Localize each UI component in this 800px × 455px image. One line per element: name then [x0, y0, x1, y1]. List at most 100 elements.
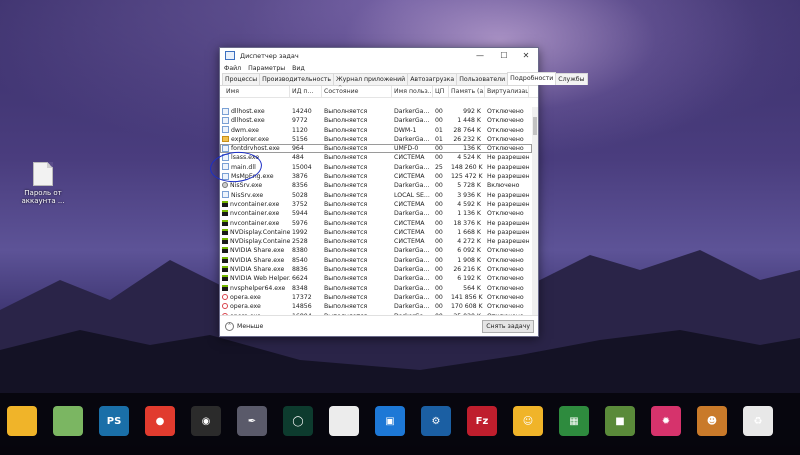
column-header-name[interactable]: Имя: [220, 86, 290, 97]
process-name: NVIDIA Web Helper....: [220, 274, 290, 283]
process-row[interactable]: opera.exe 17372 Выполняется DarkerGa... 00 14…: [220, 293, 532, 302]
tab-services[interactable]: Службы: [555, 73, 588, 85]
process-virtualization: Отключено: [487, 256, 524, 264]
tab-app-history[interactable]: Журнал приложений: [332, 73, 409, 85]
eye-flower-icon[interactable]: ✹: [651, 406, 681, 436]
process-memory: 564 K: [463, 284, 481, 292]
steam-icon[interactable]: ⚙: [421, 406, 451, 436]
process-cpu: 00: [435, 200, 443, 208]
process-virtualization: Отключено: [487, 145, 524, 153]
obs-icon[interactable]: ◉: [191, 406, 221, 436]
process-name-text: NVIDIA Share.exe: [230, 247, 285, 255]
process-state: Выполняется: [324, 247, 368, 255]
process-row[interactable]: lsass.exe 484 Выполняется СИСТЕМА 00 4 524 KН…: [220, 153, 532, 162]
process-row[interactable]: explorer.exe 5156 Выполняется DarkerGa... 01…: [220, 135, 532, 144]
process-virtualization: Отключено: [487, 108, 524, 115]
process-row[interactable]: NVDisplay.Container...1992 Выполняется СИС…: [220, 228, 532, 237]
tab-processes[interactable]: Процессы: [222, 73, 261, 85]
process-row[interactable]: NisSrv.exe 5028 Выполняется LOCAL SE... 00 3 …: [220, 191, 532, 200]
memory-chip-icon[interactable]: ▦: [559, 406, 589, 436]
tab-users[interactable]: Пользователи: [456, 73, 509, 85]
discord-icon[interactable]: ☺: [513, 406, 543, 436]
process-row[interactable]: dllhost.exe 9772 Выполняется DarkerGa... 00 1…: [220, 116, 532, 125]
process-opera-icon: [222, 293, 228, 300]
fewer-details-button[interactable]: ⌃ Меньше: [225, 321, 264, 331]
blank-file-icon[interactable]: [329, 406, 359, 436]
column-header-virtualization[interactable]: Виртуализация: [485, 86, 529, 97]
process-std-icon: [222, 191, 229, 199]
column-header-state[interactable]: Состояние: [322, 86, 392, 97]
vertical-scrollbar[interactable]: [532, 107, 538, 316]
process-pid: 17372: [292, 293, 312, 301]
menu-view[interactable]: Вид: [292, 65, 305, 72]
process-virtualization: Не разрешено: [487, 191, 529, 199]
maximize-button[interactable]: ☐: [492, 48, 516, 63]
photoshop-icon[interactable]: PS: [99, 406, 129, 436]
notepad-plus-icon[interactable]: [53, 406, 83, 436]
process-state: Выполняется: [324, 210, 368, 218]
minecraft-icon[interactable]: ■: [605, 406, 635, 436]
process-row[interactable]: NVIDIA Share.exe 8836 Выполняется DarkerGa.…: [220, 265, 532, 274]
process-cpu: 00: [435, 293, 443, 301]
desktop-file-icon[interactable]: Пароль от аккаунта ...: [18, 162, 68, 205]
close-button[interactable]: ✕: [514, 48, 538, 63]
process-exp-icon: [222, 135, 229, 142]
process-row[interactable]: NisSrv.exe 8356 Выполняется DarkerGa... 00 5 …: [220, 181, 532, 190]
tab-startup[interactable]: Автозагрузка: [407, 73, 458, 85]
process-virtualization: Отключено: [487, 266, 524, 274]
process-memory: 1 668 K: [457, 228, 481, 236]
process-row[interactable]: NVIDIA Share.exe 8540 Выполняется DarkerGa.…: [220, 256, 532, 265]
filezilla-icon[interactable]: Fz: [467, 406, 497, 436]
minimize-button[interactable]: —: [468, 48, 492, 63]
process-opera-icon: [222, 303, 228, 310]
process-std-icon: [222, 126, 229, 134]
process-memory: 125 472 K: [451, 173, 483, 181]
recorder-icon[interactable]: ●: [145, 406, 175, 436]
video-editor-icon[interactable]: ▣: [375, 406, 405, 436]
process-pid: 9772: [292, 117, 308, 125]
column-header-pid[interactable]: ИД п...: [290, 86, 322, 97]
process-nv-icon: [222, 238, 228, 245]
process-virtualization: Не разрешено: [487, 200, 529, 208]
process-pid: 5976: [292, 219, 308, 227]
process-memory: 26 232 K: [453, 135, 481, 143]
tab-performance[interactable]: Производительность: [259, 73, 334, 85]
column-header-memory[interactable]: Память (а...: [449, 86, 485, 97]
tab-details[interactable]: Подробности: [507, 72, 557, 85]
game-character-icon[interactable]: ☻: [697, 406, 727, 436]
blender-like-icon[interactable]: ✒: [237, 406, 267, 436]
process-row[interactable]: NVDisplay.Container...2528 Выполняется СИС…: [220, 237, 532, 246]
process-virtualization: Отключено: [487, 117, 524, 125]
process-row[interactable]: NVIDIA Share.exe 8380 Выполняется DarkerGa.…: [220, 246, 532, 255]
menu-options[interactable]: Параметры: [248, 65, 285, 72]
opera-gx-icon[interactable]: ◯: [283, 406, 313, 436]
process-pid: 8348: [292, 284, 308, 292]
process-virtualization: Не разрешено: [487, 228, 529, 236]
process-name: NVDisplay.Container...: [220, 237, 290, 246]
end-task-button[interactable]: Снять задачу: [482, 320, 534, 333]
process-row[interactable]: main.dll 15004 Выполняется DarkerGa... 25 148…: [220, 163, 532, 172]
process-name: dllhost.exe: [220, 107, 290, 116]
process-row[interactable]: fontdrvhost.exe 964 Выполняется UMFD-0 00 136…: [220, 144, 532, 154]
process-row[interactable]: dwm.exe 1120 Выполняется DWM-1 01 28 764 K Отк…: [220, 126, 532, 135]
process-row[interactable]: dllhost.exe 14240 Выполняется DarkerGa... 00…: [220, 107, 532, 116]
file-explorer-icon[interactable]: [7, 406, 37, 436]
process-row[interactable]: nvcontainer.exe 3752 Выполняется СИСТЕМА 00 4…: [220, 200, 532, 209]
process-row[interactable]: nvcontainer.exe 5976 Выполняется СИСТЕМА 00 1…: [220, 219, 532, 228]
process-memory: 170 608 K: [451, 303, 483, 311]
recycle-bin-icon[interactable]: ♻: [743, 406, 773, 436]
process-row[interactable]: NVIDIA Web Helper....6624 Выполняется Dark…: [220, 274, 532, 283]
process-row[interactable]: opera.exe 14856 Выполняется DarkerGa... 00 17…: [220, 302, 532, 311]
column-header-user[interactable]: Имя польз...: [392, 86, 433, 97]
fewer-details-label: Меньше: [237, 322, 264, 330]
process-row[interactable]: nvsphelper64.exe 8348 Выполняется DarkerGa.…: [220, 284, 532, 293]
menu-file[interactable]: Файл: [224, 65, 241, 72]
process-row[interactable]: MsMpEng.exe 3876 Выполняется СИСТЕМА 00 125 4…: [220, 172, 532, 181]
process-cpu: 00: [435, 284, 443, 292]
process-row[interactable]: nvcontainer.exe 5944 Выполняется DarkerGa..…: [220, 209, 532, 218]
process-user: DarkerGa...: [394, 210, 430, 218]
process-user: DarkerGa...: [394, 135, 430, 143]
column-header-cpu[interactable]: ЦП: [433, 86, 449, 97]
process-user: СИСТЕМА: [394, 154, 425, 162]
scrollbar-thumb[interactable]: [533, 117, 537, 135]
